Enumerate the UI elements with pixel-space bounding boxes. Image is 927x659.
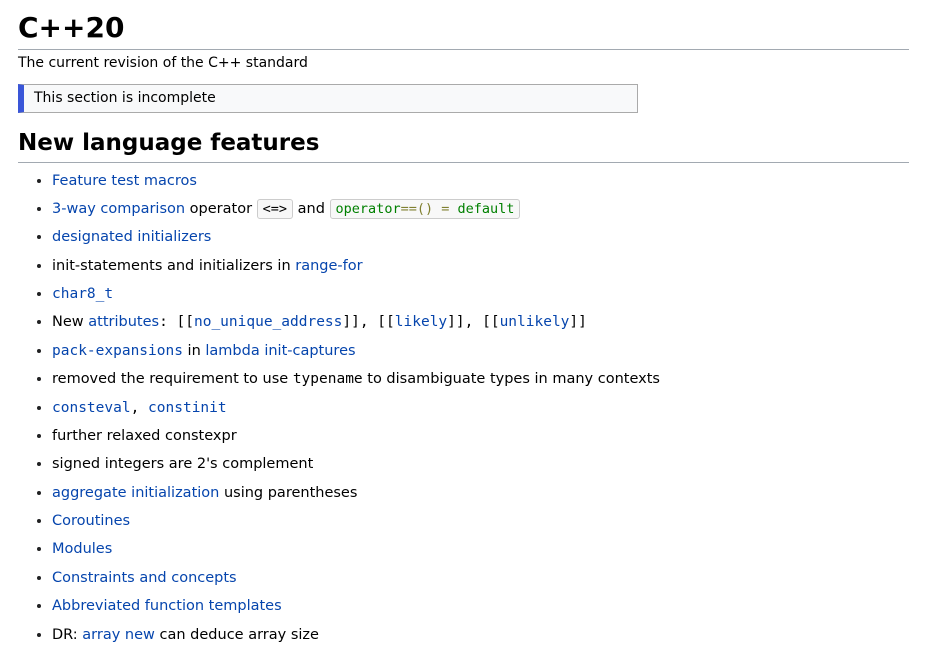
link-lambda-init-captures[interactable]: lambda init-captures xyxy=(205,343,355,359)
feature-list: Feature test macros 3-way comparison ope… xyxy=(18,169,909,648)
list-item: pack-expansions in lambda init-captures xyxy=(52,339,909,364)
link-constraints-concepts[interactable]: Constraints and concepts xyxy=(52,570,237,586)
link-modules[interactable]: Modules xyxy=(52,541,112,557)
list-item: aggregate initialization using parenthes… xyxy=(52,481,909,506)
text: removed the requirement to use xyxy=(52,371,293,387)
link-char8-t[interactable]: char8_t xyxy=(52,286,113,302)
text: operator xyxy=(185,201,257,217)
list-item: signed integers are 2's complement xyxy=(52,452,909,477)
list-item: 3-way comparison operator <=> and operat… xyxy=(52,197,909,222)
list-item: Modules xyxy=(52,537,909,562)
text: ]], [[ xyxy=(447,314,499,330)
incomplete-notice-box: This section is incomplete xyxy=(18,84,638,114)
link-abbreviated-templates[interactable]: Abbreviated function templates xyxy=(52,598,282,614)
link-range-for[interactable]: range-for xyxy=(295,258,362,274)
text: ]], [[ xyxy=(342,314,394,330)
text: : [[ xyxy=(159,314,194,330)
text: signed integers are 2's complement xyxy=(52,456,313,472)
text: init-statements and initializers in xyxy=(52,258,295,274)
link-likely[interactable]: likely xyxy=(395,314,447,330)
link-designated-initializers[interactable]: designated initializers xyxy=(52,229,211,245)
link-attributes[interactable]: attributes xyxy=(88,314,159,330)
link-array-new[interactable]: array new xyxy=(82,627,155,643)
text: using parentheses xyxy=(219,485,357,501)
link-coroutines[interactable]: Coroutines xyxy=(52,513,130,529)
link-no-unique-address[interactable]: no_unique_address xyxy=(194,314,342,330)
list-item: Feature test macros xyxy=(52,169,909,194)
list-item: Constraints and concepts xyxy=(52,566,909,591)
code-spaceship-op: <=> xyxy=(257,199,293,219)
page-title: C++20 xyxy=(18,8,909,50)
list-item: further relaxed constexpr xyxy=(52,424,909,449)
list-item: designated initializers xyxy=(52,225,909,250)
text: and xyxy=(293,201,330,217)
list-item: removed the requirement to use typename … xyxy=(52,367,909,392)
text: DR: xyxy=(52,627,82,643)
code-operator-eq-default: operator==() = default xyxy=(330,199,521,219)
text: can deduce array size xyxy=(155,627,319,643)
link-feature-test-macros[interactable]: Feature test macros xyxy=(52,173,197,189)
section-heading: New language features xyxy=(18,127,909,162)
list-item: consteval, constinit xyxy=(52,396,909,421)
list-item: char8_t xyxy=(52,282,909,307)
link-three-way-comparison[interactable]: 3-way comparison xyxy=(52,201,185,217)
text: further relaxed constexpr xyxy=(52,428,237,444)
code-typename: typename xyxy=(293,371,363,387)
link-consteval[interactable]: consteval xyxy=(52,400,131,416)
text: ]] xyxy=(569,314,586,330)
text: , xyxy=(131,400,148,416)
list-item: DR: array new can deduce array size xyxy=(52,623,909,648)
list-item: Abbreviated function templates xyxy=(52,594,909,619)
link-unlikely[interactable]: unlikely xyxy=(500,314,570,330)
link-aggregate-initialization[interactable]: aggregate initialization xyxy=(52,485,219,501)
list-item: Coroutines xyxy=(52,509,909,534)
list-item: init-statements and initializers in rang… xyxy=(52,254,909,279)
text: in xyxy=(183,343,205,359)
text: to disambiguate types in many contexts xyxy=(363,371,660,387)
subtitle: The current revision of the C++ standard xyxy=(18,54,909,74)
incomplete-notice-text: This section is incomplete xyxy=(34,90,216,106)
list-item: New attributes: [[no_unique_address]], [… xyxy=(52,310,909,335)
text: New xyxy=(52,314,88,330)
link-constinit[interactable]: constinit xyxy=(148,400,227,416)
link-pack-expansions[interactable]: pack-expansions xyxy=(52,343,183,359)
